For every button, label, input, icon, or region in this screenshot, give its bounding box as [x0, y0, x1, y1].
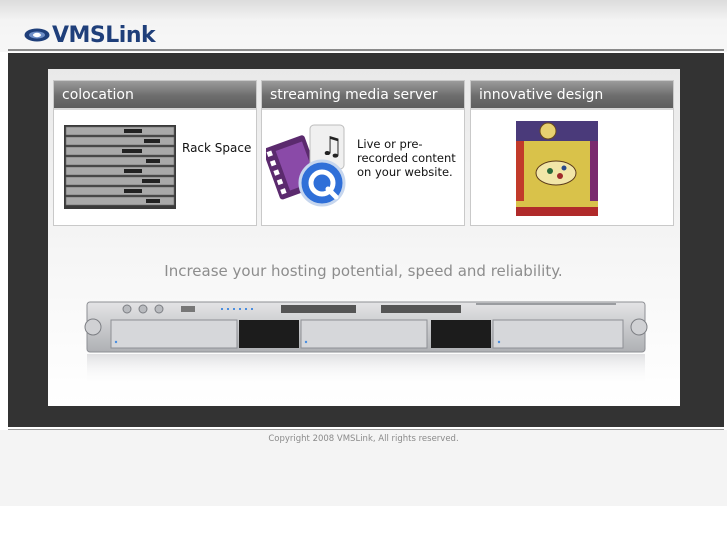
feature-box-colocation[interactable]: colocation Rack Space — [53, 80, 257, 226]
feature-box-caption: Live or pre-recorded content on your web… — [357, 137, 456, 179]
feature-box-caption: Rack Space — [182, 141, 252, 155]
tagline: Increase your hosting potential, speed a… — [164, 262, 563, 280]
feature-box-title: innovative design — [471, 81, 673, 110]
header-divider — [8, 49, 724, 51]
rack-server-image — [84, 301, 648, 384]
feature-box-title: colocation — [54, 81, 256, 110]
rack-servers-image — [64, 125, 176, 209]
svg-text:♫: ♫ — [320, 132, 343, 162]
logo-text: VMSLink — [52, 22, 156, 48]
feature-box-design[interactable]: innovative design — [470, 80, 674, 226]
copyright-text: Copyright 2008 VMSLink, All rights reser… — [268, 434, 459, 444]
feature-box-title: streaming media server — [262, 81, 464, 110]
feature-box-streaming[interactable]: streaming media server ♫ Live or pre-rec… — [261, 80, 465, 226]
logo-eye-icon — [24, 28, 50, 42]
media-player-icons-image: ♫ — [266, 124, 346, 207]
design-sample-image — [516, 121, 598, 216]
site-logo[interactable]: VMSLink — [24, 20, 156, 50]
